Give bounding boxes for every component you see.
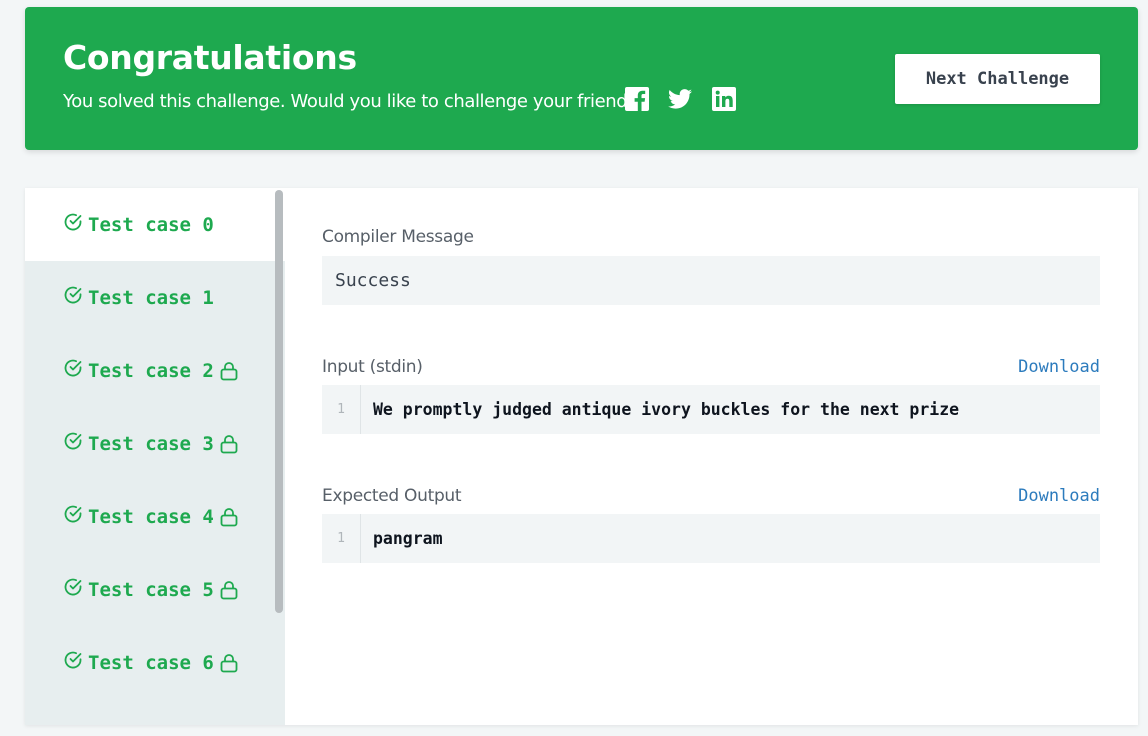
- test-case-label: Test case 6: [88, 651, 214, 674]
- twitter-icon[interactable]: [668, 87, 692, 111]
- expected-output-label: Expected Output: [322, 486, 462, 506]
- expected-output-box: 1 pangram: [322, 514, 1100, 563]
- test-case-label: Test case 0: [88, 213, 214, 236]
- test-case-tab-6[interactable]: Test case 6: [25, 626, 285, 699]
- check-circle-icon: [64, 359, 82, 376]
- check-circle-icon: [64, 578, 82, 595]
- input-code-line: We promptly judged antique ivory buckles…: [373, 400, 960, 419]
- next-challenge-button[interactable]: Next Challenge: [895, 54, 1100, 104]
- test-case-label: Test case 3: [88, 432, 214, 455]
- lock-icon: [220, 653, 238, 672]
- compiler-message-text: Success: [335, 270, 411, 291]
- compiler-message-box: Success: [322, 256, 1100, 305]
- input-code-box: 1 We promptly judged antique ivory buckl…: [322, 385, 1100, 434]
- lock-icon: [220, 434, 238, 453]
- input-download-link[interactable]: Download: [1018, 357, 1100, 377]
- test-case-tab-4[interactable]: Test case 4: [25, 480, 285, 553]
- compiler-message-label: Compiler Message: [322, 227, 474, 247]
- check-circle-icon: [64, 213, 82, 230]
- test-case-list: Test case 0 Test case 1 Test case 2 Test…: [25, 188, 285, 725]
- test-case-tab-1[interactable]: Test case 1: [25, 261, 285, 334]
- test-case-tab-2[interactable]: Test case 2: [25, 334, 285, 407]
- sidebar-scrollbar[interactable]: [275, 190, 283, 613]
- test-case-label: Test case 1: [88, 286, 214, 309]
- facebook-icon[interactable]: [625, 87, 649, 111]
- check-circle-icon: [64, 432, 82, 449]
- test-case-tab-0[interactable]: Test case 0: [25, 188, 285, 261]
- linkedin-icon[interactable]: [712, 87, 736, 111]
- lock-icon: [220, 361, 238, 380]
- banner-subtitle: You solved this challenge. Would you lik…: [63, 91, 646, 112]
- test-case-tab-3[interactable]: Test case 3: [25, 407, 285, 480]
- check-circle-icon: [64, 651, 82, 668]
- test-case-label: Test case 2: [88, 359, 214, 382]
- line-number: 1: [322, 385, 361, 434]
- check-circle-icon: [64, 286, 82, 303]
- test-case-label: Test case 4: [88, 505, 214, 528]
- line-number: 1: [322, 514, 361, 563]
- lock-icon: [220, 507, 238, 526]
- banner-title: Congratulations: [63, 38, 357, 77]
- results-panel: Test case 0 Test case 1 Test case 2 Test…: [25, 188, 1138, 725]
- input-label: Input (stdin): [322, 357, 423, 377]
- lock-icon: [220, 580, 238, 599]
- test-case-tab-5[interactable]: Test case 5: [25, 553, 285, 626]
- success-banner: Congratulations You solved this challeng…: [25, 7, 1138, 150]
- test-case-label: Test case 5: [88, 578, 214, 601]
- check-circle-icon: [64, 505, 82, 522]
- expected-output-download-link[interactable]: Download: [1018, 486, 1100, 506]
- expected-output-line: pangram: [373, 529, 443, 548]
